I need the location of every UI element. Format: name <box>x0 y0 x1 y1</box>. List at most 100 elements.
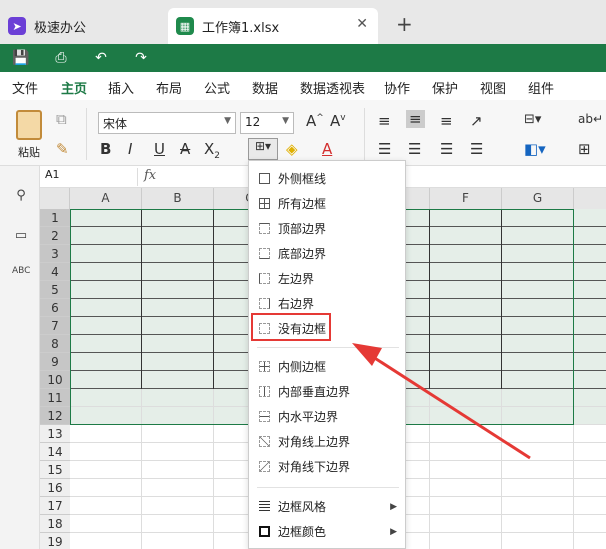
close-icon[interactable]: ✕ <box>356 16 368 32</box>
font-name-select[interactable]: 宋体 ▼ <box>98 112 236 134</box>
bold-icon[interactable]: B <box>100 140 111 158</box>
menu-item-inside-borders[interactable]: 内侧边框 <box>249 354 405 379</box>
menu-data[interactable]: 数据 <box>252 78 278 97</box>
menu-item-border-color[interactable]: 边框颜色 ▶ <box>249 519 405 544</box>
menu-item-inside-vertical[interactable]: 内部垂直边界 <box>249 379 405 404</box>
print-icon[interactable]: ⎙ <box>52 49 70 67</box>
inside-vertical-icon <box>259 386 270 397</box>
menu-collab[interactable]: 协作 <box>384 78 410 97</box>
strikethrough-icon[interactable]: A <box>180 140 190 158</box>
function-icon[interactable]: fx <box>144 168 156 183</box>
menu-item-bottom-border[interactable]: 底部边界 <box>249 241 405 266</box>
justify-icon[interactable]: ☰ <box>470 140 483 158</box>
row-header[interactable]: 10 <box>40 371 70 389</box>
menu-pivot[interactable]: 数据透视表 <box>300 78 365 97</box>
menu-item-top-border[interactable]: 顶部边界 <box>249 216 405 241</box>
align-right-icon[interactable]: ☰ <box>440 140 453 158</box>
column-header[interactable]: F <box>430 188 502 209</box>
save-icon[interactable]: 💾 <box>12 49 30 67</box>
decrease-font-icon[interactable]: Av <box>330 112 346 130</box>
align-center-icon[interactable]: ☰ <box>408 140 421 158</box>
name-box[interactable]: A1 <box>42 168 138 186</box>
chevron-right-icon: ▶ <box>390 501 397 512</box>
add-tab-icon[interactable]: + <box>396 12 413 36</box>
row-header[interactable]: 19 <box>40 533 70 549</box>
align-middle-icon[interactable]: ≡ <box>406 110 425 128</box>
number-format-icon[interactable]: ⊟▾ <box>524 112 541 127</box>
merge-icon[interactable]: ⊞ <box>578 140 591 158</box>
row-header[interactable]: 5 <box>40 281 70 299</box>
column-header[interactable]: G <box>502 188 574 209</box>
corner-cell[interactable] <box>40 188 70 209</box>
column-header[interactable]: B <box>142 188 214 209</box>
font-color-icon[interactable]: A <box>322 140 332 158</box>
menu-item-inside-horizontal[interactable]: 内水平边界 <box>249 404 405 429</box>
highlight-box <box>251 313 331 341</box>
menu-view[interactable]: 视图 <box>480 78 506 97</box>
row-header[interactable]: 3 <box>40 245 70 263</box>
menu-bar: 文件 主页 插入 布局 公式 数据 数据透视表 协作 保护 视图 组件 <box>0 72 606 103</box>
row-header[interactable]: 12 <box>40 407 70 425</box>
cell-ref: A1 <box>45 168 60 181</box>
row-header[interactable]: 16 <box>40 479 70 497</box>
menu-formula[interactable]: 公式 <box>204 78 230 97</box>
row-header[interactable]: 1 <box>40 209 70 227</box>
menu-item-diagonal-down[interactable]: 对角线下边界 <box>249 454 405 479</box>
font-name-value: 宋体 <box>103 117 128 131</box>
row-header[interactable]: 6 <box>40 299 70 317</box>
menu-item-outside-borders[interactable]: 外侧框线 <box>249 166 405 191</box>
menu-item-border-style[interactable]: 边框风格 ▶ <box>249 494 405 519</box>
tab-app[interactable]: ➤ 极速办公 <box>8 8 163 44</box>
spellcheck-icon[interactable]: ABC <box>12 266 30 284</box>
tab-bar: ➤ 极速办公 ▦ 工作簿1.xlsx ✕ + <box>0 0 606 44</box>
wrap-text-icon[interactable]: ab↵ <box>578 112 603 126</box>
menu-item-label: 对角线上边界 <box>278 435 351 449</box>
text-orientation-icon[interactable]: ↗ <box>470 112 483 130</box>
align-bottom-icon[interactable]: ≡ <box>440 112 453 130</box>
menu-item-label: 顶部边界 <box>278 222 327 236</box>
menu-file[interactable]: 文件 <box>12 78 38 97</box>
search-icon[interactable]: ⚲ <box>12 188 30 206</box>
menu-protect[interactable]: 保护 <box>432 78 458 97</box>
row-header[interactable]: 7 <box>40 317 70 335</box>
menu-item-diagonal-up[interactable]: 对角线上边界 <box>249 429 405 454</box>
menu-insert[interactable]: 插入 <box>108 78 134 97</box>
row-header[interactable]: 15 <box>40 461 70 479</box>
copy-icon[interactable]: ⧉ <box>56 110 67 128</box>
row-header[interactable]: 13 <box>40 425 70 443</box>
column-header[interactable]: A <box>70 188 142 209</box>
row-header[interactable]: 9 <box>40 353 70 371</box>
row-header[interactable]: 4 <box>40 263 70 281</box>
undo-icon[interactable]: ↶ <box>92 49 110 67</box>
ribbon: 粘贴 ⧉ ✎ 宋体 ▼ 12 ▼ A^ Av B I U A X2 ⊞▾ ◈ A… <box>0 100 606 166</box>
row-header[interactable]: 2 <box>40 227 70 245</box>
sheet-icon: ▦ <box>176 17 194 35</box>
font-size-select[interactable]: 12 ▼ <box>240 112 294 134</box>
menu-item-left-border[interactable]: 左边界 <box>249 266 405 291</box>
format-painter-icon[interactable]: ✎ <box>56 140 69 158</box>
redo-icon[interactable]: ↷ <box>132 49 150 67</box>
row-header[interactable]: 11 <box>40 389 70 407</box>
menu-home[interactable]: 主页 <box>61 78 88 103</box>
tab-workbook[interactable]: ▦ 工作簿1.xlsx ✕ <box>168 8 378 44</box>
row-header[interactable]: 14 <box>40 443 70 461</box>
top-border-icon <box>259 223 270 234</box>
fill-color-icon[interactable]: ◈ <box>286 140 298 158</box>
menu-components[interactable]: 组件 <box>528 78 554 97</box>
paste-button[interactable]: 粘贴 <box>12 110 46 162</box>
border-icon[interactable]: ⊞▾ <box>248 138 278 160</box>
conditional-format-icon[interactable]: ◧▾ <box>524 140 546 158</box>
align-top-icon[interactable]: ≡ <box>378 112 391 130</box>
row-header[interactable]: 18 <box>40 515 70 533</box>
align-left-icon[interactable]: ☰ <box>378 140 391 158</box>
underline-icon[interactable]: U <box>154 140 165 158</box>
row-header[interactable]: 8 <box>40 335 70 353</box>
row-header[interactable]: 17 <box>40 497 70 515</box>
increase-font-icon[interactable]: A^ <box>306 112 324 130</box>
subscript-icon[interactable]: X2 <box>204 140 220 161</box>
italic-icon[interactable]: I <box>128 140 132 158</box>
comment-icon[interactable]: ▭ <box>12 228 30 246</box>
menu-item-all-borders[interactable]: 所有边框 <box>249 191 405 216</box>
menu-layout[interactable]: 布局 <box>156 78 182 97</box>
menu-divider <box>257 347 399 348</box>
